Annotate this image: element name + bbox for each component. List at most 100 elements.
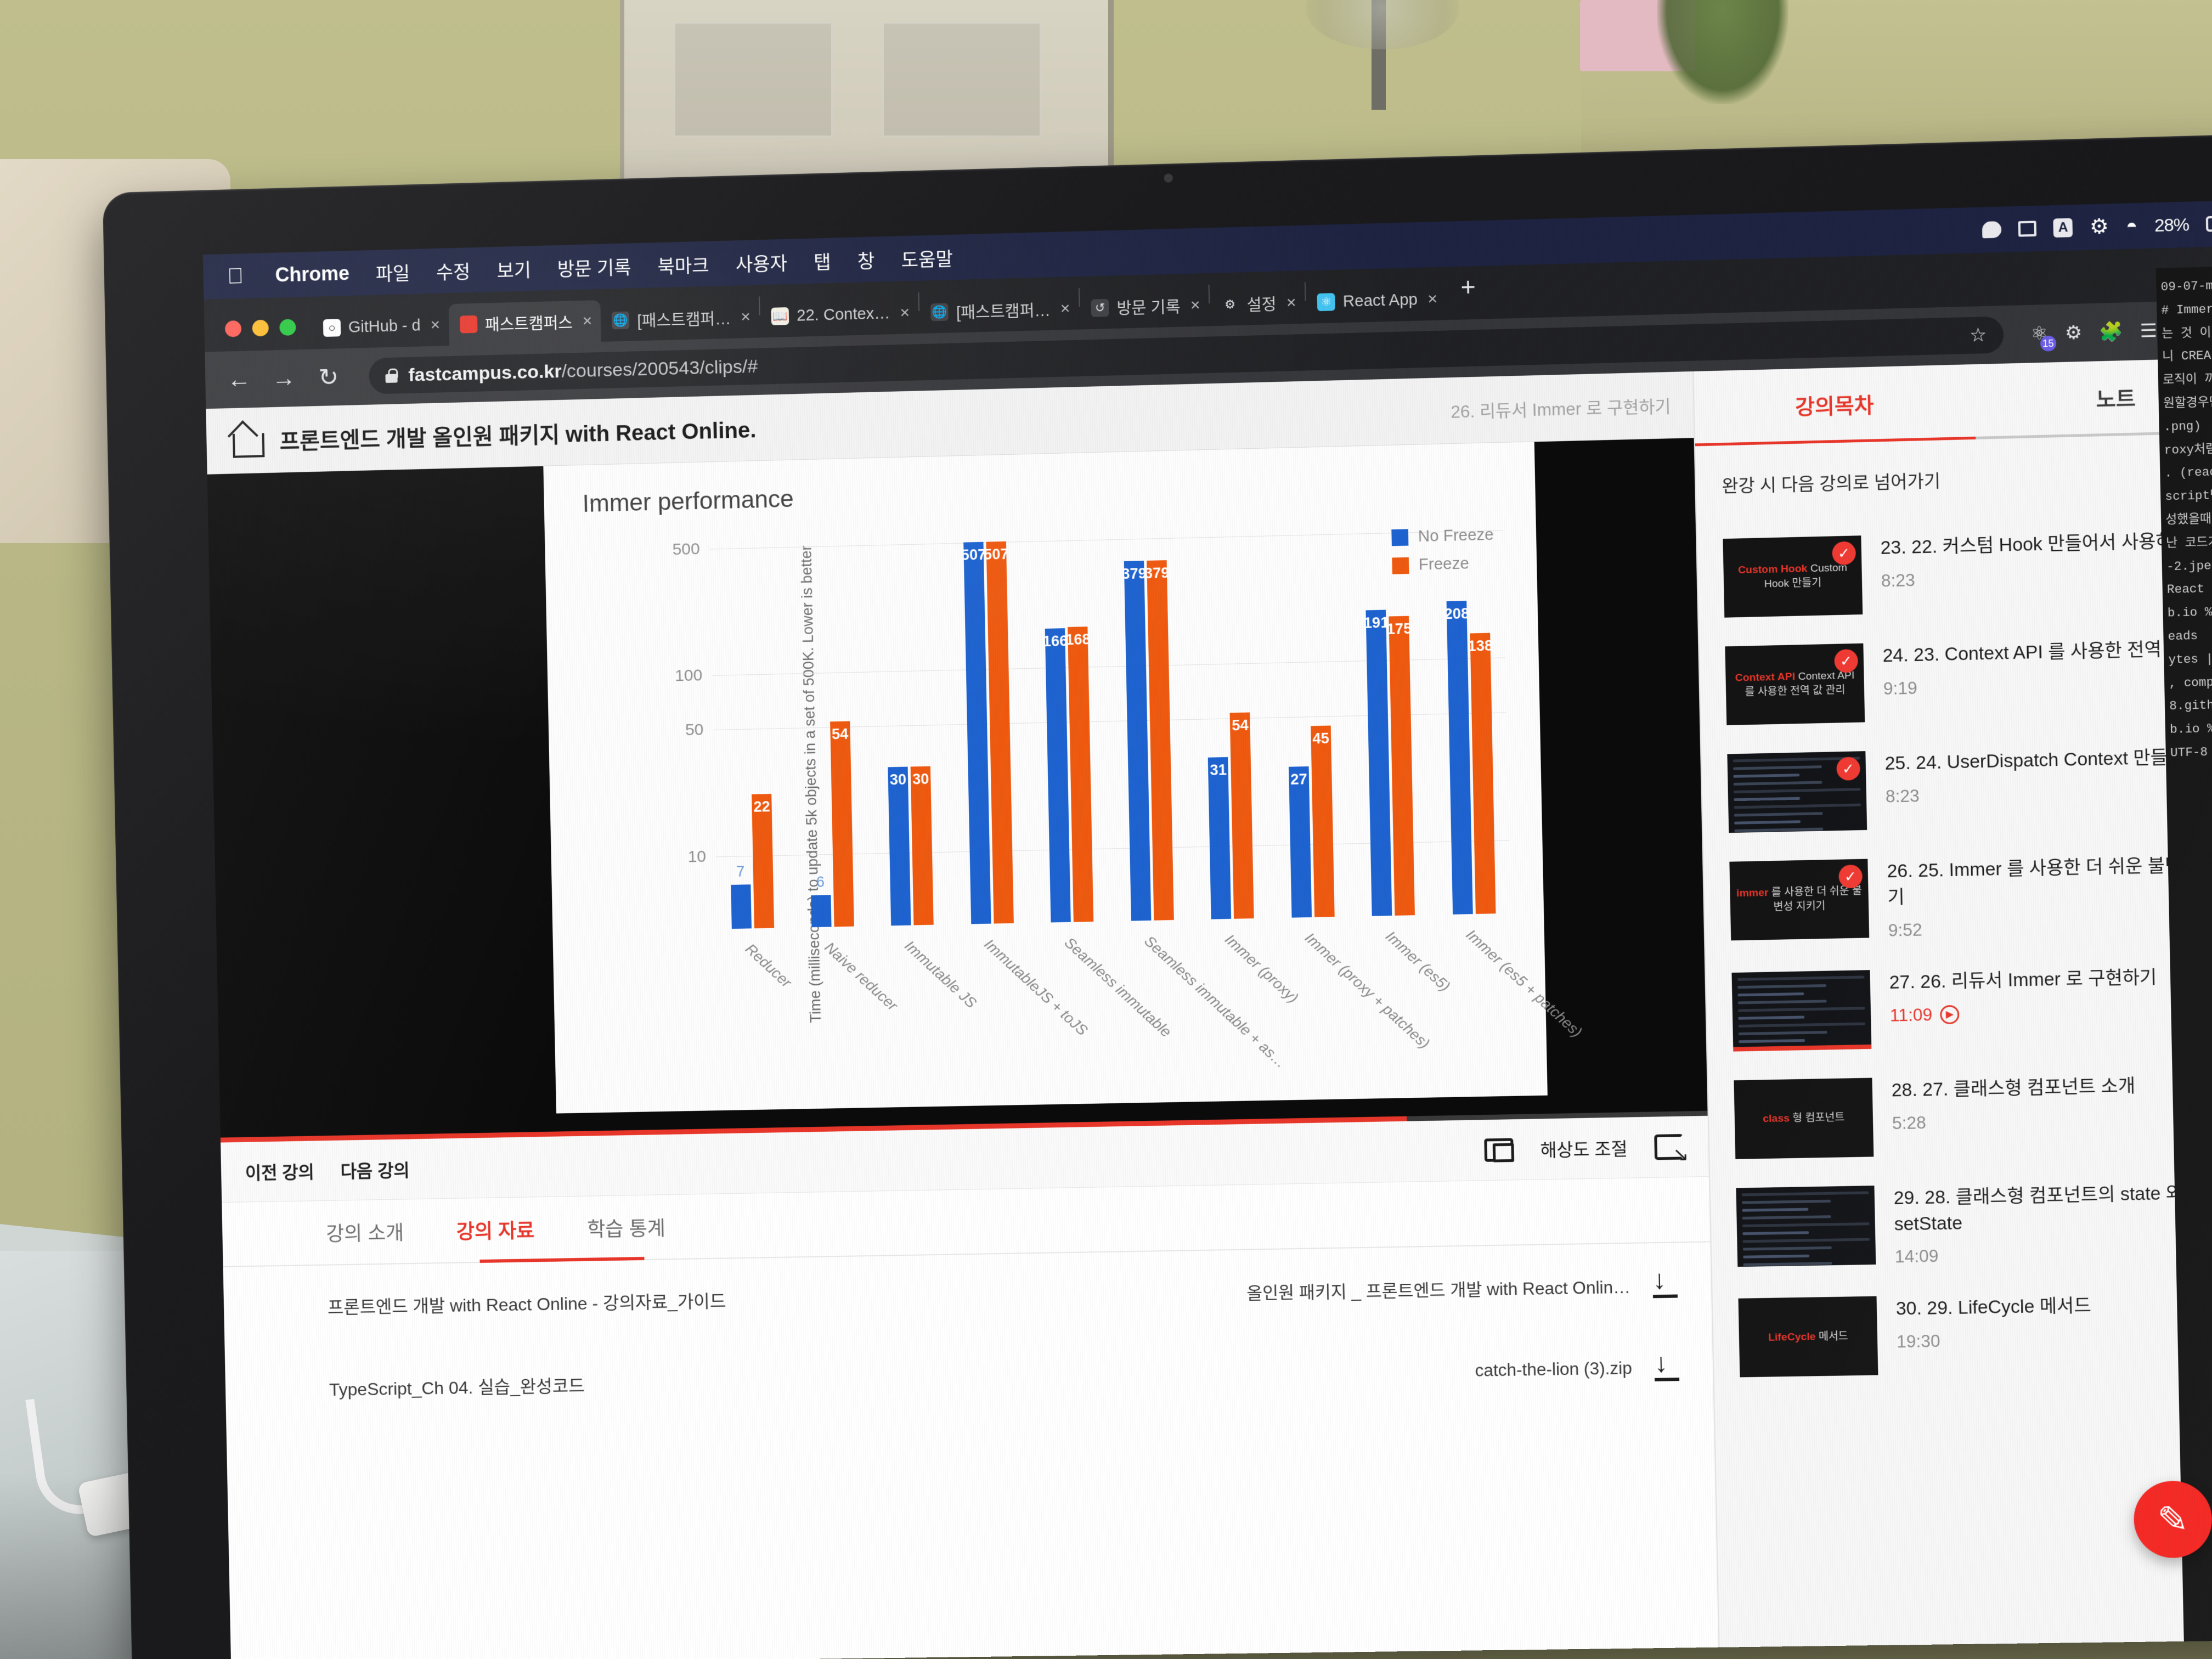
lecture-duration: 9:19 [1883, 671, 2212, 699]
menu-profiles[interactable]: 사용자 [722, 248, 800, 277]
url-path: /courses/200543/clips/# [561, 356, 758, 381]
close-window-button[interactable] [225, 320, 241, 337]
menu-file[interactable]: 파일 [362, 258, 423, 286]
bar-fz: 22 [752, 794, 774, 928]
bluetooth-icon[interactable]: ⚙ [2090, 216, 2109, 238]
chat-icon[interactable] [1982, 221, 2002, 238]
bar-fz: 379 [1147, 561, 1174, 921]
input-source-icon[interactable]: A [2053, 218, 2073, 238]
tab-settings[interactable]: ⚙ 설정 × [1210, 281, 1306, 326]
menu-help[interactable]: 도움말 [888, 244, 967, 273]
background-window-line: React On [2167, 577, 2212, 602]
list-item[interactable]: LifeCycle 메서드 30. 29. LifeCycle 메서드 19:30 [1738, 1276, 2212, 1392]
tab-learning-stats[interactable]: 학습 통계 [587, 1212, 666, 1242]
screen-mirroring-icon[interactable] [2018, 221, 2036, 236]
close-tab-icon[interactable]: × [1060, 300, 1070, 319]
x-axis-tick: Seamless immutable + as… [1141, 933, 1290, 1072]
play-icon[interactable]: ▶ [1940, 1005, 1960, 1024]
minimize-window-button[interactable] [252, 320, 269, 337]
bar-value-label: 191 [1363, 614, 1389, 631]
menu-tab[interactable]: 탭 [800, 247, 845, 275]
home-icon[interactable] [230, 425, 263, 455]
wifi-icon[interactable]: ◓ [2126, 216, 2138, 235]
new-tab-button[interactable]: + [1446, 271, 1491, 314]
url-text: fastcampus.co.kr/courses/200543/clips/# [408, 356, 758, 386]
gear-icon[interactable]: ⚙ [2064, 321, 2082, 344]
battery-icon[interactable]: ⚡ [2206, 216, 2212, 232]
x-axis-tick: Immer (es5 + patches) [1463, 926, 1585, 1041]
tab-github[interactable]: ○ GitHub - d × [312, 304, 449, 349]
bar-value-label: 507 [961, 546, 986, 563]
menu-window[interactable]: 창 [844, 245, 888, 273]
y-axis-tick: 500 [672, 540, 700, 559]
list-item[interactable]: 27. 26. 리듀서 Immer 로 구현하기 11:09 ▶ [1731, 947, 2212, 1065]
lecture-body: 29. 28. 클래스형 컴포넌트의 state 와 setState 14:09 [1893, 1179, 2212, 1267]
list-item[interactable]: Context API Context API 를 사용한 전역 값 관리 ✓ 24… [1725, 620, 2212, 740]
close-tab-icon[interactable]: × [900, 303, 910, 323]
tab-fastcampus-2[interactable]: 🌐 [패스트캠퍼… × [601, 296, 760, 342]
maximize-window-button[interactable] [279, 319, 296, 336]
close-tab-icon[interactable]: × [1286, 294, 1296, 313]
download-icon[interactable] [1654, 1355, 1679, 1381]
tab-label: [패스트캠퍼… [637, 306, 731, 331]
close-tab-icon[interactable]: × [741, 308, 751, 327]
tab-curriculum[interactable]: 강의목차 [1694, 364, 1976, 443]
list-item[interactable]: immer 를 사용한 더 쉬운 불변성 지키기 ✓ 26. 25. Immer 를… [1729, 836, 2212, 958]
close-tab-icon[interactable]: × [430, 316, 440, 335]
resolution-label[interactable]: 해상도 조절 [1540, 1135, 1628, 1161]
close-tab-icon[interactable]: × [583, 312, 592, 330]
bar-fz: 175 [1389, 616, 1415, 916]
close-tab-icon[interactable]: × [1190, 296, 1200, 315]
y-axis-tick: 100 [675, 666, 703, 685]
lecture-title: 29. 28. 클래스형 컴포넌트의 state 와 setState [1893, 1179, 2212, 1237]
bar-nf: 27 [1289, 766, 1312, 918]
forward-icon[interactable]: → [269, 364, 298, 392]
list-item[interactable]: class 형 컴포넌트 28. 27. 클래스형 컴포넌트 소개 5:28 [1734, 1056, 2212, 1173]
lecture-title: 27. 26. 리듀서 Immer 로 구현하기 [1889, 963, 2212, 996]
tab-lecture-materials[interactable]: 강의 자료 [456, 1215, 534, 1244]
menu-bookmarks[interactable]: 북마크 [644, 250, 723, 279]
tab-history[interactable]: ↺ 방문 기록 × [1080, 284, 1209, 330]
lecture-body: 27. 26. 리듀서 Immer 로 구현하기 11:09 ▶ [1889, 963, 2212, 1048]
tab-lecture-intro[interactable]: 강의 소개 [326, 1217, 404, 1246]
lecture-title: 25. 24. UserDispatch Context 만들기 [1884, 743, 2212, 776]
list-item[interactable]: 29. 28. 클래스형 컴포넌트의 state 와 setState 14:09 [1736, 1164, 2212, 1284]
bar-fz: 138 [1470, 633, 1496, 914]
reading-list-icon[interactable]: ☰ [2140, 319, 2157, 342]
main-column: 프론트엔드 개발 올인원 패키지 with React Online. 26. … [206, 371, 1718, 1659]
url-host: fastcampus.co.kr [408, 360, 562, 385]
tab-react-app[interactable]: ⚛ React App × [1306, 278, 1447, 324]
lecture-thumbnail: class 형 컴포넌트 [1734, 1077, 1874, 1159]
github-icon: ○ [323, 319, 341, 337]
puzzle-extension-icon[interactable]: 🧩 [2099, 320, 2123, 343]
apple-icon[interactable]:  [227, 265, 244, 287]
list-item[interactable]: Custom Hook Custom Hook 만들기 ✓ 23. 22. 커스텀 … [1723, 512, 2212, 632]
bar-value-label: 45 [1312, 730, 1329, 747]
extension-atom-icon[interactable]: ⚛ 15 [2030, 323, 2048, 345]
list-item[interactable]: ✓ 25. 24. UserDispatch Context 만들기 8:23 [1727, 728, 2212, 847]
lecture-list[interactable]: Custom Hook Custom Hook 만들기 ✓ 23. 22. 커스텀 … [1697, 512, 2212, 1647]
menu-chrome[interactable]: Chrome [262, 261, 363, 287]
bar-group: 6 54 Naive reducer [803, 529, 854, 928]
bookmark-star-icon[interactable]: ☆ [1970, 324, 1987, 346]
tab-fastcampus-3[interactable]: 🌐 [패스트캠퍼… × [919, 287, 1080, 334]
resolution-icon[interactable] [1484, 1138, 1514, 1161]
legend-swatch [1392, 557, 1409, 574]
tab-context[interactable]: 📖 22. Contex… × [760, 292, 919, 338]
background-window-line: , comple [2169, 670, 2212, 695]
background-window-line: 니 CREA [2162, 343, 2212, 369]
download-icon[interactable] [1652, 1271, 1678, 1298]
back-icon[interactable]: ← [225, 365, 254, 393]
reload-icon[interactable]: ↻ [314, 363, 343, 392]
video-player[interactable]: Immer performance Time (milliseconds) to… [207, 438, 1708, 1142]
menu-view[interactable]: 보기 [483, 255, 544, 283]
next-lecture-button[interactable]: 다음 강의 [340, 1156, 410, 1183]
lecture-duration: 9:52 [1888, 913, 2212, 940]
previous-lecture-button[interactable]: 이전 강의 [245, 1158, 314, 1184]
fullscreen-icon[interactable] [1654, 1134, 1684, 1160]
close-tab-icon[interactable]: × [1427, 290, 1438, 309]
menu-edit[interactable]: 수정 [423, 256, 484, 285]
tab-fastcampus-active[interactable]: 패스트캠퍼스 × [448, 300, 601, 346]
menu-history[interactable]: 방문 기록 [544, 252, 645, 281]
background-window-line: 난 코드가 [2166, 530, 2212, 555]
